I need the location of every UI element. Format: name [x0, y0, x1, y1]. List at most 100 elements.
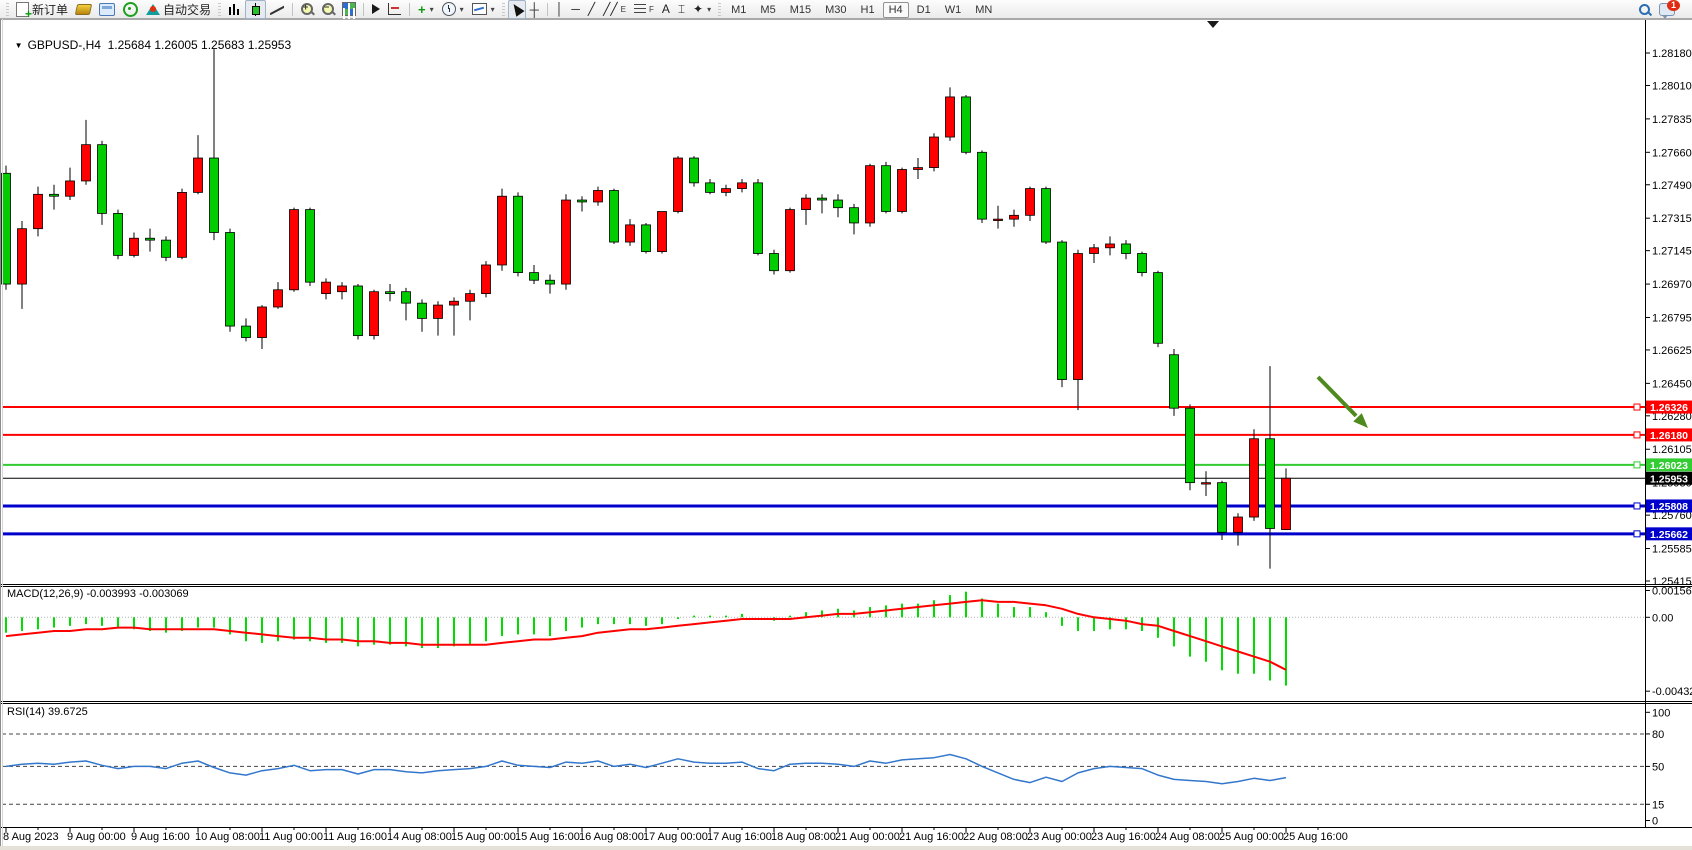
candle-body	[1154, 273, 1163, 344]
toolbar-separator	[547, 3, 548, 16]
channel-button[interactable]: ╱╱E	[599, 0, 630, 19]
template-icon	[472, 3, 487, 15]
line-handle[interactable]	[1634, 432, 1640, 438]
timeframe-M15[interactable]: M15	[784, 2, 817, 18]
navigator-button[interactable]	[119, 0, 142, 19]
cursor-button[interactable]	[508, 0, 526, 19]
timeframe-D1[interactable]: D1	[911, 2, 937, 18]
chevron-down-icon: ▾	[707, 5, 711, 14]
vertical-line-button[interactable]: │	[552, 0, 568, 19]
chart-shift-marker[interactable]	[1207, 21, 1219, 28]
toolbar-grip[interactable]	[718, 3, 721, 16]
price-tick-label: 1.26105	[1652, 444, 1692, 456]
date-label: 17 Aug 00:00	[643, 831, 708, 843]
arrows-button[interactable]: ✦▾	[689, 0, 715, 19]
date-label: 17 Aug 16:00	[707, 831, 772, 843]
search-icon	[1638, 3, 1651, 16]
date-label: 25 Aug 00:00	[1219, 831, 1284, 843]
search-button[interactable]	[1634, 0, 1655, 19]
candle-body	[242, 326, 251, 337]
horizontal-line-button[interactable]: ─	[567, 0, 584, 19]
candle-body	[722, 189, 731, 193]
fibonacci-button[interactable]: F	[630, 0, 658, 19]
toolbar-grip[interactable]	[6, 3, 9, 16]
periods-button[interactable]: ▾	[438, 0, 468, 19]
zoom-in-button[interactable]: +	[297, 0, 318, 19]
candlestick-chart-button[interactable]	[245, 0, 266, 19]
autotrade-icon	[146, 4, 160, 15]
text-icon: A	[662, 2, 670, 16]
timeframe-MN[interactable]: MN	[969, 2, 998, 18]
date-label: 23 Aug 00:00	[1027, 831, 1092, 843]
candle-body	[866, 166, 875, 223]
new-order-button[interactable]: 新订单	[12, 0, 72, 19]
candle-body	[850, 208, 859, 223]
candle-body	[1138, 254, 1147, 273]
date-label: 18 Aug 08:00	[771, 831, 836, 843]
line-handle[interactable]	[1634, 531, 1640, 537]
candle-body	[898, 169, 907, 211]
tile-windows-button[interactable]	[339, 0, 359, 19]
date-label: 15 Aug 00:00	[451, 831, 516, 843]
date-label: 21 Aug 16:00	[899, 831, 964, 843]
crosshair-button[interactable]: ┼	[526, 0, 543, 19]
price-tick-label: 1.26795	[1652, 312, 1692, 324]
candle-body	[930, 137, 939, 168]
equidistant-channel-icon: ╱╱	[603, 2, 617, 16]
bar-chart-button[interactable]	[224, 0, 245, 19]
arrow-annotation-shaft[interactable]	[1318, 377, 1356, 416]
rsi-line	[6, 755, 1286, 784]
line-handle[interactable]	[1634, 462, 1640, 468]
candle-body	[498, 196, 507, 265]
timeframe-M30[interactable]: M30	[819, 2, 852, 18]
text-button[interactable]: A	[658, 0, 674, 19]
candle-body	[818, 198, 827, 200]
date-label: 11 Aug 16:00	[323, 831, 387, 843]
toolbar-grip[interactable]	[502, 3, 505, 16]
timeframe-M1[interactable]: M1	[725, 2, 752, 18]
candle-body	[1266, 439, 1275, 529]
fibonacci-icon	[634, 4, 646, 14]
trendline-button[interactable]: ╱	[584, 0, 599, 19]
chart-shift-button[interactable]	[384, 0, 405, 19]
line-chart-button[interactable]	[266, 0, 288, 19]
level-price-label: 1.25953	[1650, 473, 1688, 485]
price-tick-label: 1.26970	[1652, 279, 1692, 291]
toolbar-separator	[292, 3, 293, 16]
window-left-border	[2, 19, 3, 850]
templates-button[interactable]: ▾	[468, 0, 499, 19]
chart-plot-area[interactable]: 1.281801.280101.278351.276601.274901.273…	[0, 19, 1692, 850]
timeframe-toolbar: M1M5M15M30H1H4D1W1MN	[724, 2, 999, 16]
candle-body	[594, 190, 603, 201]
autotrade-button[interactable]: 自动交易	[142, 0, 215, 19]
rsi-axis-label: 80	[1652, 729, 1664, 741]
notifications-button[interactable]: 1	[1655, 0, 1679, 19]
timeframe-W1[interactable]: W1	[939, 2, 968, 18]
candle-body	[1170, 355, 1179, 408]
text-label-button[interactable]: ⌶	[674, 0, 689, 19]
line-handle[interactable]	[1634, 404, 1640, 410]
indicators-button[interactable]: +▾	[414, 0, 438, 19]
candle-body	[466, 294, 475, 302]
line-handle[interactable]	[1634, 503, 1640, 509]
auto-scroll-button[interactable]	[368, 0, 384, 19]
zoom-out-button[interactable]: −	[318, 0, 339, 19]
timeframe-H1[interactable]: H1	[855, 2, 881, 18]
candle-body	[786, 210, 795, 271]
market-watch-button[interactable]	[72, 0, 95, 19]
candle-body	[258, 307, 267, 338]
clock-icon	[442, 2, 456, 16]
data-window-button[interactable]	[95, 0, 119, 19]
toolbar-grip[interactable]	[218, 3, 221, 16]
toolbar-separator	[409, 3, 410, 16]
candle-body	[162, 240, 171, 257]
timeframe-M5[interactable]: M5	[754, 2, 781, 18]
data-window-icon	[99, 3, 115, 16]
candle-body	[226, 233, 235, 327]
candle-body	[194, 158, 203, 192]
timeframe-H4[interactable]: H4	[883, 2, 909, 18]
candle-body	[1090, 248, 1099, 254]
toolbar-separator	[363, 3, 364, 16]
level-price-label: 1.25662	[1650, 529, 1688, 541]
trendline-icon: ╱	[588, 2, 595, 16]
